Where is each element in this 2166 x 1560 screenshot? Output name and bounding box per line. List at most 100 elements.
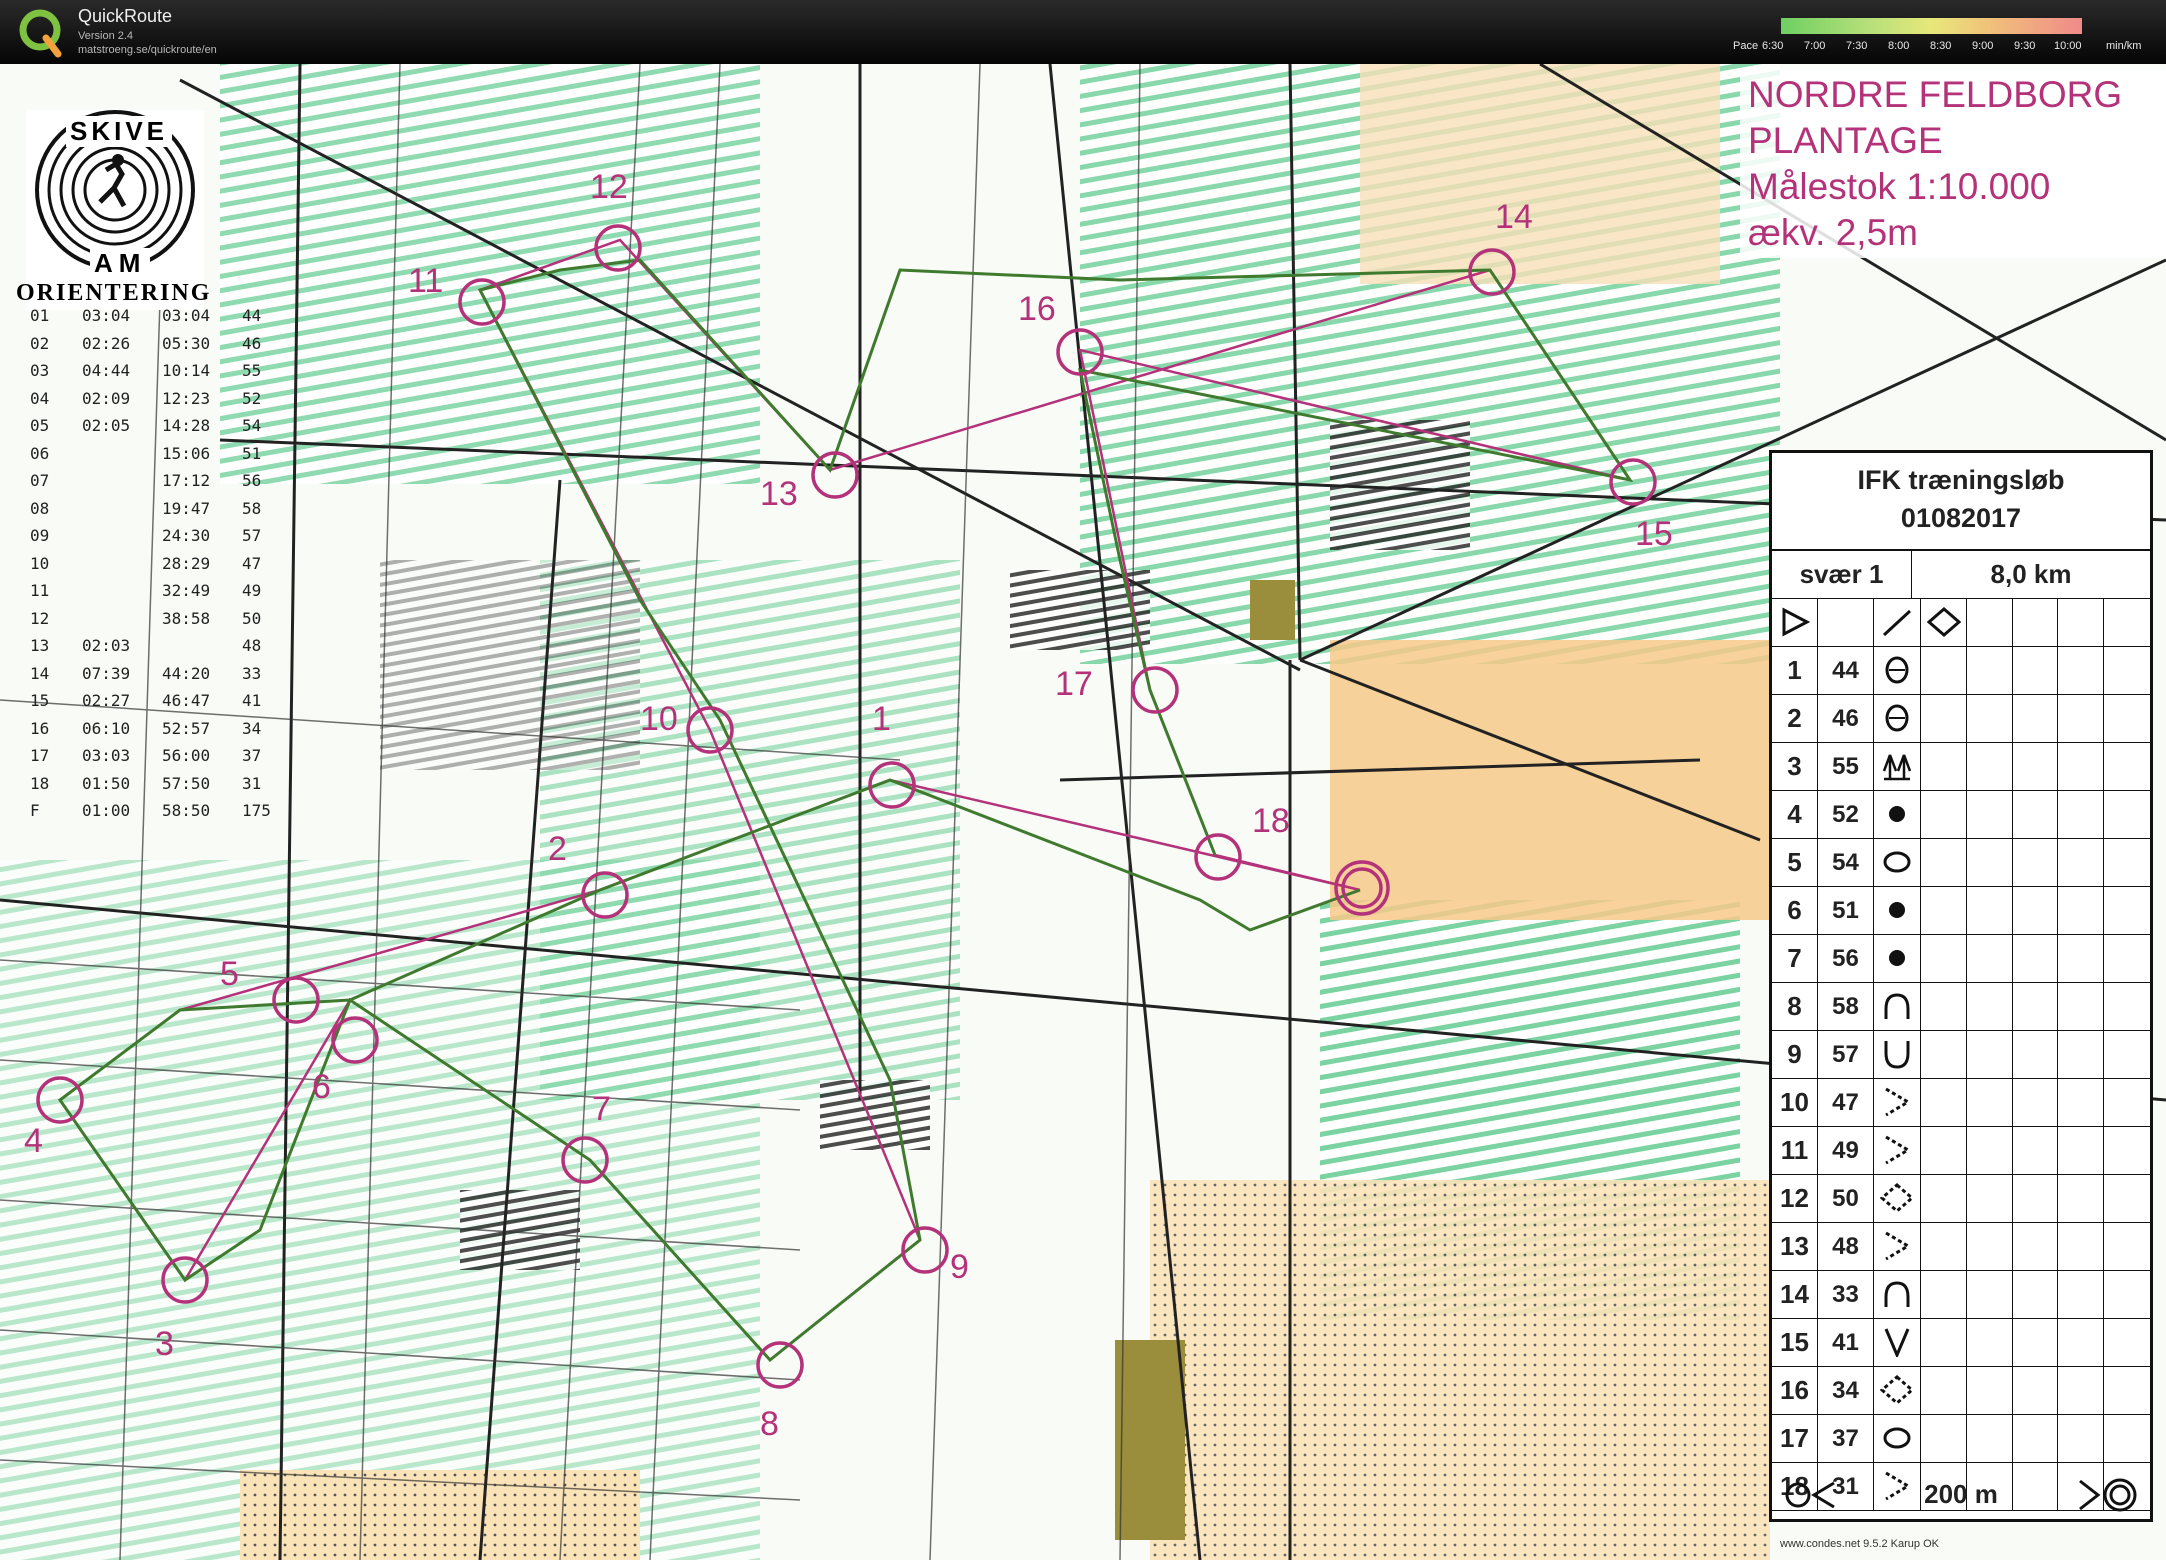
club-logo-text: SKIVE: [66, 116, 173, 147]
control-code: 58: [1818, 983, 1874, 1030]
hill-icon: [1874, 1271, 1921, 1318]
split-row: 06 15:06 51: [30, 444, 282, 472]
map-title-line: Målestok 1:10.000: [1748, 166, 2051, 207]
finish-row: 200 m: [1772, 1469, 2150, 1519]
empty-cell: [1921, 1079, 1967, 1126]
forest-area: [0, 860, 760, 1560]
dot-icon: [1874, 791, 1921, 838]
split-cell: 18: [30, 773, 50, 793]
split-cell: 02:03: [82, 636, 131, 655]
split-row: 17 03:03 56:00 37: [30, 746, 282, 774]
open-land: [1330, 640, 1780, 920]
map-title-line: NORDRE FELDBORG: [1748, 74, 2123, 115]
empty-cell: [1967, 935, 2013, 982]
control-description-row: 4 52: [1772, 791, 2150, 839]
empty-cell: [1921, 743, 1967, 790]
pace-tick: 7:00: [1804, 40, 1826, 52]
empty-cell: [2058, 1367, 2104, 1414]
control-label: 6: [312, 1068, 331, 1106]
empty-cell: [1967, 1079, 2013, 1126]
control-label: 14: [1495, 198, 1533, 236]
control-number: 1: [1772, 647, 1818, 694]
split-cell: 05: [30, 416, 50, 435]
app-name: QuickRoute: [78, 6, 173, 26]
empty-cell: [2013, 1079, 2058, 1126]
course-length: 8,0 km: [1990, 559, 2072, 589]
control-code: 51: [1818, 887, 1874, 934]
split-row: 07 17:12 56: [30, 471, 282, 499]
empty-cell: [1921, 1319, 1967, 1366]
reentrant-icon: [1874, 1223, 1921, 1270]
split-cell: 175: [242, 801, 271, 820]
empty-cell: [2104, 695, 2150, 742]
empty-cell: [2058, 1175, 2104, 1222]
forest-area: [220, 64, 760, 484]
oval-icon: [1874, 839, 1921, 886]
control-label: 16: [1018, 290, 1056, 328]
empty-cell: [1967, 1127, 2013, 1174]
split-cell: 05:30: [162, 333, 211, 353]
split-row: 09 24:30 57: [30, 526, 282, 554]
empty-cell: [2058, 1079, 2104, 1126]
split-cell: 14: [30, 663, 50, 683]
empty-cell: [1921, 983, 1967, 1030]
control-code: 54: [1818, 839, 1874, 886]
split-row: 11 32:49 49: [30, 581, 282, 609]
split-cell: 28:29: [162, 553, 211, 573]
control-code: 57: [1818, 1031, 1874, 1078]
split-cell: 58: [242, 498, 262, 518]
split-cell: 24:30: [162, 526, 211, 545]
split-row: 15 02:27 46:47 41: [30, 691, 282, 719]
control-label: 3: [155, 1325, 174, 1363]
empty-cell: [2013, 599, 2058, 646]
empty-cell: [1921, 1031, 1967, 1078]
empty-cell: [1967, 599, 2013, 646]
control-description-row: 17 37: [1772, 1415, 2150, 1463]
empty-cell: [2058, 935, 2104, 982]
map-title-line: ækv. 2,5m: [1748, 212, 1918, 253]
empty-cell: [1967, 791, 2013, 838]
open-land: [1150, 1180, 1770, 1560]
pace-tick: 6:30: [1762, 40, 1784, 52]
control-label: 8: [760, 1405, 779, 1443]
empty-cell: [2058, 647, 2104, 694]
thicket: [820, 1080, 930, 1150]
course-name: svær 1: [1772, 551, 1912, 598]
split-cell: 02:05: [82, 416, 131, 435]
map-title: NORDRE FELDBORG PLANTAGE Målestok 1:10.0…: [1740, 70, 2166, 258]
split-cell: 02:26: [82, 333, 131, 353]
control-code: 44: [1818, 647, 1874, 694]
split-cell: 47: [242, 553, 262, 573]
hill-icon: [1874, 983, 1921, 1030]
split-row: F 01:00 58:50 175: [30, 801, 282, 829]
empty-cell: [1921, 1223, 1967, 1270]
empty-cell: [2013, 695, 2058, 742]
empty-cell: [1967, 1031, 2013, 1078]
empty-cell: [2058, 1223, 2104, 1270]
empty-cell: [2058, 1127, 2104, 1174]
empty-cell: [2104, 1415, 2150, 1462]
split-cell: 07: [30, 471, 50, 490]
empty-cell: [2058, 1271, 2104, 1318]
app-url[interactable]: matstroeng.se/quickroute/en: [78, 44, 217, 56]
dot-icon: [1874, 887, 1921, 934]
control-description-row: 7 56: [1772, 935, 2150, 983]
empty-cell: [2058, 1319, 2104, 1366]
control-label: 13: [760, 475, 798, 513]
control-description-row: 5 54: [1772, 839, 2150, 887]
control-label: 18: [1252, 802, 1290, 840]
empty-cell: [1921, 1127, 1967, 1174]
split-cell: 37: [242, 746, 262, 765]
gully-icon: [1874, 1319, 1921, 1366]
control-label: 7: [592, 1090, 611, 1128]
diamond-icon: [1921, 599, 1967, 646]
split-row: 16 06:10 52:57 34: [30, 719, 282, 747]
empty-cell: [1967, 839, 2013, 886]
empty-cell: [2104, 1223, 2150, 1270]
control-description-row: 15 41: [1772, 1319, 2150, 1367]
split-times-table: 01 03:04 03:04 44 02 02:26 05:30 46 03 04:44 10:14…: [30, 306, 282, 829]
split-cell: 06: [30, 443, 50, 463]
control-description-row: 2 46: [1772, 695, 2150, 743]
split-row: 18 01:50 57:50 31: [30, 774, 282, 802]
control-code: 34: [1818, 1367, 1874, 1414]
